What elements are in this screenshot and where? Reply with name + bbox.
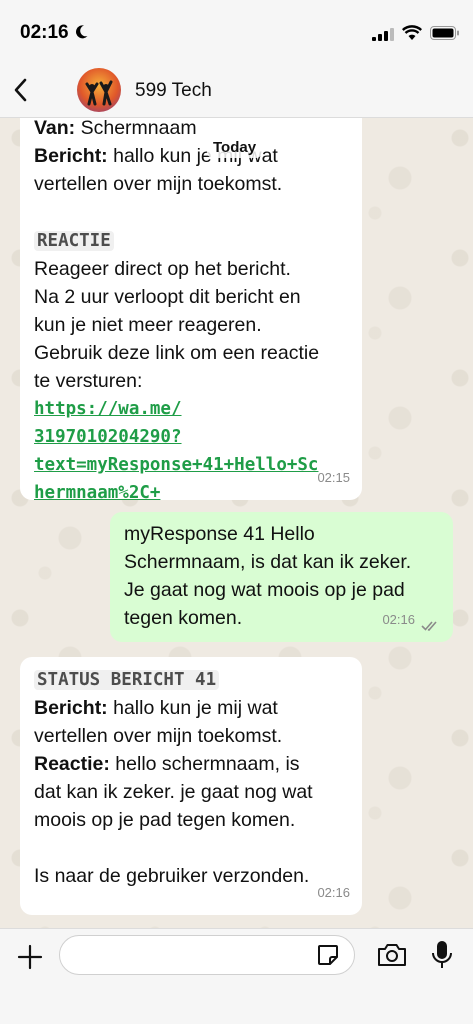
- response-link[interactable]: https://wa.me/: [34, 395, 348, 423]
- sticker-icon[interactable]: [316, 943, 340, 967]
- message-line: myResponse 41 Hello: [124, 523, 315, 545]
- from-line: Van: Schermnaam: [34, 114, 348, 142]
- message-line: Je gaat nog wat moois op je pad: [124, 579, 405, 601]
- status-time: 02:16: [20, 22, 69, 43]
- chat-header: 599 Tech: [0, 62, 473, 118]
- body-line: Gebruik deze link om een reactie: [34, 342, 320, 364]
- incoming-message[interactable]: STATUS BERICHT 41 Bericht: hallo kun je …: [20, 657, 362, 915]
- from-label: Van:: [34, 117, 76, 139]
- outgoing-message[interactable]: myResponse 41 Hello Schermnaam, is dat k…: [110, 512, 453, 642]
- camera-icon[interactable]: [376, 941, 408, 969]
- section-title-line: REACTIE: [34, 226, 348, 255]
- battery-icon: [430, 26, 459, 40]
- bericht-label: Bericht:: [34, 145, 108, 167]
- moon-icon: [76, 25, 88, 39]
- bericht-line-2: vertellen over mijn toekomst.: [34, 173, 283, 195]
- body-line: te versturen:: [34, 370, 143, 392]
- reactie-line: Reactie: hello schermnaam, is: [34, 750, 348, 778]
- section-title: REACTIE: [34, 231, 114, 251]
- bericht-line: Bericht: hallo kun je mij wat: [34, 694, 348, 722]
- footer-line: Is naar de gebruiker verzonden.: [34, 865, 310, 887]
- avatar-figures-icon: [85, 80, 113, 106]
- message-line: Schermnaam, is dat kan ik zeker.: [124, 551, 412, 573]
- read-ticks-icon: [421, 621, 437, 631]
- status-title-line: STATUS BERICHT 41: [34, 665, 348, 694]
- reactie-line-cont: moois op je pad tegen komen.: [34, 809, 296, 831]
- bericht-label: Bericht:: [34, 697, 108, 719]
- avatar[interactable]: [77, 68, 121, 112]
- mic-icon[interactable]: [430, 939, 454, 971]
- bericht-line-2: vertellen over mijn toekomst.: [34, 725, 283, 747]
- status-title: STATUS BERICHT 41: [34, 670, 220, 690]
- reactie-value: hello schermnaam, is: [109, 753, 300, 775]
- date-label: Today: [207, 137, 263, 158]
- contact-name[interactable]: 599 Tech: [135, 80, 212, 102]
- response-link[interactable]: 3197010204290?: [34, 423, 348, 451]
- message-time: 02:15: [317, 470, 350, 485]
- incoming-message[interactable]: Van: Schermnaam Bericht: hallo kun je mi…: [20, 100, 362, 503]
- body-line: Na 2 uur verloopt dit bericht en: [34, 286, 301, 308]
- signal-icon: [372, 28, 394, 41]
- body-line: Reageer direct op het bericht.: [34, 258, 291, 280]
- response-link[interactable]: text=myResponse+41+Hello+Sc: [34, 451, 348, 479]
- bericht-line: Bericht: hallo kun je mij wat: [34, 142, 348, 170]
- back-icon[interactable]: [10, 76, 32, 104]
- message-time: 02:16: [317, 885, 350, 900]
- response-link[interactable]: hermnaam%2C+: [34, 479, 348, 507]
- reactie-line-cont: dat kan ik zeker. je gaat nog wat: [34, 781, 313, 803]
- message-input[interactable]: [59, 935, 355, 975]
- message-time: 02:16: [382, 612, 415, 627]
- bericht-value: hallo kun je mij wat: [107, 697, 278, 719]
- body-line: kun je niet meer reageren.: [34, 314, 262, 336]
- input-bar: [0, 928, 473, 1024]
- plus-icon[interactable]: [16, 943, 44, 971]
- wifi-icon: [402, 25, 422, 40]
- status-bar: 02:16: [0, 0, 473, 62]
- from-value: Schermnaam: [75, 117, 197, 139]
- reactie-label: Reactie:: [34, 753, 110, 775]
